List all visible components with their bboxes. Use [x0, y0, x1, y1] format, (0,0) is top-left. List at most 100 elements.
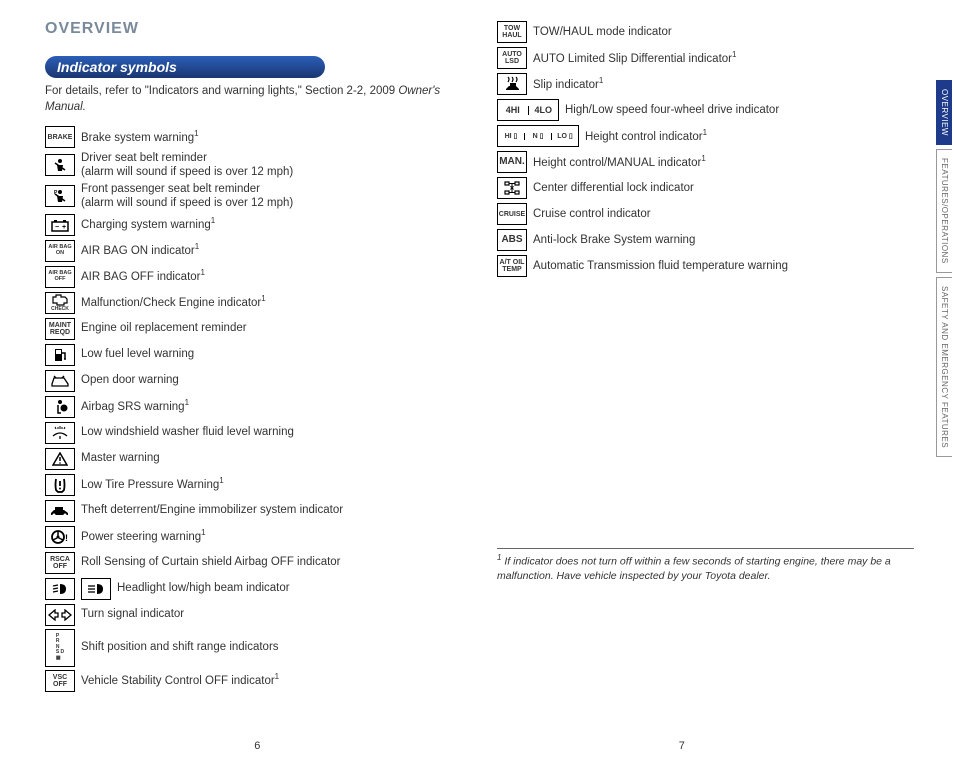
indicator-row: Low windshield washer fluid level warnin… — [45, 421, 462, 445]
indicator-icon — [45, 604, 75, 626]
indicator-icon — [45, 448, 75, 470]
overview-title: OVERVIEW — [45, 20, 462, 38]
indicator-description: Low windshield washer fluid level warnin… — [81, 425, 294, 439]
indicator-icon: CHECK — [45, 292, 75, 314]
indicator-icon — [45, 474, 75, 496]
indicator-description: Cruise control indicator — [533, 207, 651, 221]
indicator-icon: A/T OIL TEMP — [497, 255, 527, 277]
indicator-icon: ABS — [497, 229, 527, 251]
indicator-description: Power steering warning1 — [81, 528, 206, 544]
section-header: Indicator symbols — [45, 56, 325, 78]
indicator-description: Headlight low/high beam indicator — [117, 581, 290, 595]
indicator-description: Slip indicator1 — [533, 76, 603, 92]
headlight-high-icon — [81, 578, 111, 600]
indicator-description: TOW/HAUL mode indicator — [533, 25, 672, 39]
indicator-row: Open door warning — [45, 369, 462, 393]
indicator-icon: P — [45, 185, 75, 207]
indicator-description: Brake system warning1 — [81, 129, 199, 145]
indicator-description: Height control indicator1 — [585, 128, 707, 144]
indicator-icon: HI ▯N ▯LO ▯ — [497, 125, 579, 147]
indicator-icon: PRNS D▦ — [45, 629, 75, 667]
indicator-icon: MAINT REQD — [45, 318, 75, 340]
indicator-icon — [45, 500, 75, 522]
indicator-row: MAINT REQD Engine oil replacement reminde… — [45, 317, 462, 341]
indicator-description: Theft deterrent/Engine immobilizer syste… — [81, 503, 343, 517]
indicator-icon: RSCA OFF — [45, 552, 75, 574]
indicator-icon — [45, 154, 75, 176]
indicator-icon — [45, 396, 75, 418]
tab-overview[interactable]: OVERVIEW — [936, 80, 952, 145]
indicator-row: AIR BAG ON AIR BAG ON indicator1 — [45, 239, 462, 263]
indicator-icon: CRUISE — [497, 203, 527, 225]
indicator-row: Low Tire Pressure Warning1 — [45, 473, 462, 497]
indicator-description: Engine oil replacement reminder — [81, 321, 247, 335]
indicator-row: Theft deterrent/Engine immobilizer syste… — [45, 499, 462, 523]
svg-text:−: − — [55, 224, 59, 231]
indicator-description: Airbag SRS warning1 — [81, 398, 189, 414]
indicator-description: Low fuel level warning — [81, 347, 194, 361]
indicator-description: AIR BAG OFF indicator1 — [81, 268, 205, 284]
indicator-description: AIR BAG ON indicator1 — [81, 242, 199, 258]
indicator-icon — [45, 422, 75, 444]
indicator-description: Turn signal indicator — [81, 607, 184, 621]
indicator-row: VSC OFF Vehicle Stability Control OFF ind… — [45, 669, 462, 693]
indicator-row: PRNS D▦ Shift position and shift range in… — [45, 629, 462, 667]
indicator-description: Malfunction/Check Engine indicator1 — [81, 294, 266, 310]
indicator-icon — [45, 370, 75, 392]
indicator-row: Airbag SRS warning1 — [45, 395, 462, 419]
indicator-row: Driver seat belt reminder (alarm will so… — [45, 151, 462, 180]
indicator-icon: 4HI4LO — [497, 99, 559, 121]
page-number-right: 7 — [470, 740, 895, 752]
indicator-icon: AUTO LSD — [497, 47, 527, 69]
indicator-row: Slip indicator1 — [497, 72, 914, 96]
indicator-description: Master warning — [81, 451, 160, 465]
indicator-row: TOW HAUL TOW/HAUL mode indicator — [497, 20, 914, 44]
indicator-row: AIR BAG OFFAIR BAG OFF indicator1 — [45, 265, 462, 289]
indicator-description: Anti-lock Brake System warning — [533, 233, 695, 247]
indicator-row: MAN. Height control/MANUAL indicator1 — [497, 150, 914, 174]
indicator-icon: TOW HAUL — [497, 21, 527, 43]
indicator-icon: ✕ — [497, 177, 527, 199]
indicator-row: A/T OIL TEMP Automatic Transmission fluid… — [497, 254, 914, 278]
indicator-row: ! Power steering warning1 — [45, 525, 462, 549]
indicator-row: −+ Charging system warning1 — [45, 213, 462, 237]
indicator-list-right: TOW HAULTOW/HAUL mode indicatorAUTO LSDA… — [497, 20, 914, 278]
indicator-row: CHECK Malfunction/Check Engine indicator1 — [45, 291, 462, 315]
svg-text:✕: ✕ — [510, 185, 515, 192]
side-tabs: OVERVIEW FEATURES/OPERATIONS SAFETY AND … — [936, 80, 954, 461]
indicator-icon: AIR BAG ON — [45, 240, 75, 262]
indicator-row: AUTO LSD AUTO Limited Slip Differential i… — [497, 46, 914, 70]
indicator-description: Center differential lock indicator — [533, 181, 694, 195]
indicator-description: Low Tire Pressure Warning1 — [81, 476, 224, 492]
indicator-row: Master warning — [45, 447, 462, 471]
indicator-description: Charging system warning1 — [81, 216, 215, 232]
intro-text: For details, refer to "Indicators and wa… — [45, 84, 462, 115]
indicator-list-left: BRAKEBrake system warning1Driver seat be… — [45, 125, 462, 693]
indicator-icon: −+ — [45, 214, 75, 236]
indicator-row: Turn signal indicator — [45, 603, 462, 627]
indicator-row: Headlight low/high beam indicator — [45, 577, 462, 601]
indicator-description: Roll Sensing of Curtain shield Airbag OF… — [81, 555, 341, 569]
indicator-icon — [45, 344, 75, 366]
page-numbers: 6 7 — [45, 740, 894, 752]
indicator-description: Height control/MANUAL indicator1 — [533, 154, 706, 170]
indicator-description: Driver seat belt reminder (alarm will so… — [81, 151, 293, 180]
indicator-description: Shift position and shift range indicator… — [81, 640, 279, 654]
indicator-row: PFront passenger seat belt reminder (ala… — [45, 182, 462, 211]
indicator-description: High/Low speed four-wheel drive indicato… — [565, 103, 779, 117]
footnote: 1 If indicator does not turn off within … — [497, 548, 914, 583]
indicator-row: HI ▯N ▯LO ▯ Height control indicator1 — [497, 124, 914, 148]
svg-text:+: + — [62, 224, 66, 231]
page-number-left: 6 — [45, 740, 470, 752]
indicator-row: BRAKEBrake system warning1 — [45, 125, 462, 149]
indicator-icon: MAN. — [497, 151, 527, 173]
indicator-description: Vehicle Stability Control OFF indicator1 — [81, 672, 279, 688]
indicator-row: RSCA OFF Roll Sensing of Curtain shield A… — [45, 551, 462, 575]
tab-features[interactable]: FEATURES/OPERATIONS — [936, 149, 952, 273]
indicator-icon: VSC OFF — [45, 670, 75, 692]
indicator-row: ABS Anti-lock Brake System warning — [497, 228, 914, 252]
svg-text:!: ! — [65, 533, 68, 543]
indicator-description: Automatic Transmission fluid temperature… — [533, 259, 788, 273]
indicator-description: AUTO Limited Slip Differential indicator… — [533, 50, 736, 66]
tab-safety[interactable]: SAFETY AND EMERGENCY FEATURES — [936, 277, 952, 457]
